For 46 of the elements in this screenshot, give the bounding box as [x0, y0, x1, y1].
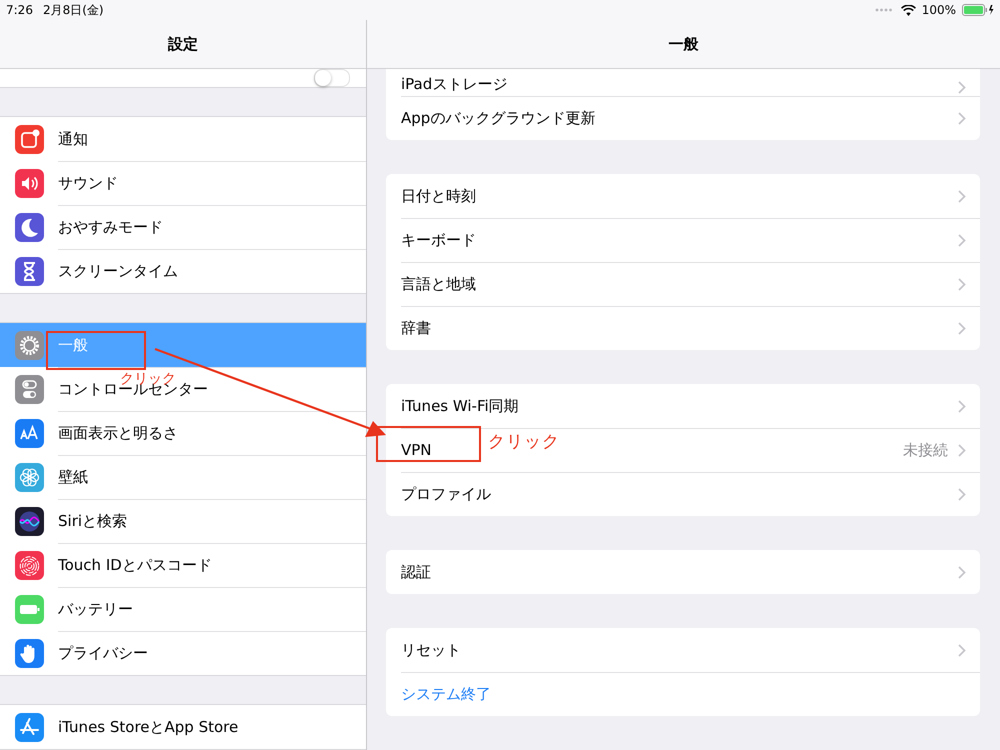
settings-item[interactable]: 認証 [401, 562, 431, 582]
sidebar-item[interactable]: スクリーンタイム [0, 249, 366, 293]
chevron-icon [958, 444, 966, 456]
chevron-icon [958, 112, 966, 124]
chevron-icon [958, 278, 966, 290]
sidebar-item[interactable]: プライバシー [0, 631, 366, 675]
sidebar-item[interactable]: おやすみモード [0, 205, 366, 249]
sidebar-item[interactable]: サウンド [0, 161, 366, 205]
chevron-icon [958, 190, 966, 202]
chevron-icon [958, 81, 966, 94]
sidebar-item[interactable]: 通知 [0, 117, 366, 161]
sidebar-item[interactable]: 壁紙 [0, 455, 366, 499]
chevron-icon [958, 644, 966, 656]
shutdown-link[interactable]: システム終了 [401, 684, 491, 704]
chevron-icon [958, 566, 966, 578]
chevron-icon [958, 400, 966, 412]
settings-item[interactable]: リセット [401, 640, 461, 660]
sidebar-item[interactable]: Touch IDとパスコード [0, 543, 366, 587]
sidebar-item[interactable]: Siriと検索 [0, 499, 366, 543]
sidebar-item[interactable]: 画面表示と明るさ [0, 411, 366, 455]
sidebar-item[interactable]: バッテリー [0, 587, 366, 631]
settings-item[interactable]: iTunes Wi-Fi同期 [401, 396, 519, 416]
sidebar-title: 設定 [168, 34, 198, 54]
settings-item[interactable]: 言語と地域 [401, 274, 476, 294]
sidebar-item[interactable]: iTunes StoreとApp Store [0, 705, 366, 749]
status-value: 未接続 [903, 440, 948, 460]
wifi-icon [900, 4, 916, 16]
annotation-text: クリック [120, 372, 176, 386]
settings-item[interactable]: iPadストレージ [401, 75, 508, 94]
signal-dots-icon [874, 8, 893, 12]
settings-item[interactable]: VPN [401, 441, 432, 459]
settings-item[interactable]: 日付と時刻 [401, 186, 476, 206]
battery-charging-icon [962, 4, 994, 16]
chevron-icon [958, 234, 966, 246]
battery-percent: 100% [922, 3, 956, 17]
status-date: 2月8日(金) [42, 2, 104, 18]
chevron-icon [958, 488, 966, 500]
toggle-switch[interactable] [314, 69, 350, 87]
annotation-text: クリック [488, 434, 560, 451]
settings-item[interactable]: 辞書 [401, 318, 431, 338]
detail-title: 一般 [668, 34, 698, 54]
settings-item[interactable]: プロファイル [401, 484, 491, 504]
status-time: 7:26 [6, 3, 33, 17]
settings-item[interactable]: Appのバックグラウンド更新 [401, 108, 596, 128]
settings-item[interactable]: キーボード [401, 230, 476, 250]
chevron-icon [958, 322, 966, 334]
